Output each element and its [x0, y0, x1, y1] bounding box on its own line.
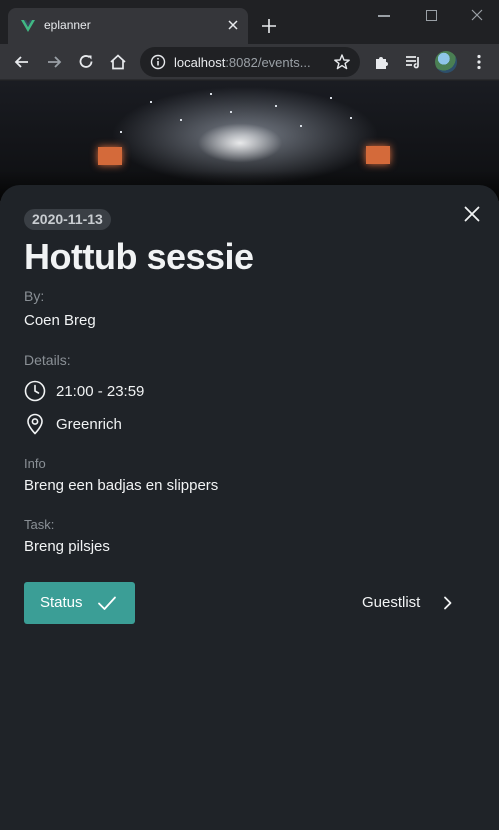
info-value: Breng een badjas en slippers	[24, 477, 219, 494]
checkmark-icon	[98, 596, 116, 610]
confetti	[300, 125, 302, 127]
url-text: localhost:8082/events...	[174, 55, 324, 70]
back-icon[interactable]	[12, 52, 32, 72]
event-hero-image	[0, 81, 499, 201]
minimize-icon[interactable]	[378, 15, 390, 17]
info-icon[interactable]	[150, 54, 166, 70]
confetti	[150, 101, 152, 103]
confetti	[120, 131, 122, 133]
menu-dots-icon[interactable]	[469, 52, 489, 72]
info-label: Info	[24, 456, 46, 471]
confetti	[230, 111, 232, 113]
reading-list-icon[interactable]	[403, 52, 423, 72]
star-icon[interactable]	[333, 53, 351, 71]
event-detail-panel	[0, 185, 499, 830]
url-path: :8082/events...	[225, 55, 311, 70]
maximize-icon[interactable]	[426, 10, 437, 21]
chevron-right-icon	[444, 596, 452, 610]
profile-avatar[interactable]	[435, 51, 457, 73]
event-location: Greenrich	[56, 416, 122, 433]
forward-icon[interactable]	[44, 52, 64, 72]
home-icon[interactable]	[108, 52, 128, 72]
browser-titlebar: eplanner	[0, 0, 499, 44]
new-tab-icon[interactable]	[260, 17, 278, 35]
confetti	[210, 93, 212, 95]
reload-icon[interactable]	[76, 52, 96, 72]
vue-logo-icon	[21, 20, 35, 32]
window-close-icon[interactable]	[470, 8, 484, 22]
tab-close-icon[interactable]	[226, 18, 240, 32]
stage-screen-left	[98, 147, 122, 165]
url-host: localhost	[174, 55, 226, 70]
organizer-name: Coen Breg	[24, 312, 96, 329]
browser-tab[interactable]: eplanner	[8, 8, 248, 44]
task-value: Breng pilsjes	[24, 538, 110, 555]
browser-toolbar: localhost:8082/events...	[0, 44, 499, 80]
confetti	[180, 119, 182, 121]
details-label: Details:	[24, 352, 71, 368]
close-icon[interactable]	[462, 204, 482, 224]
task-label: Task:	[24, 517, 55, 532]
clock-icon	[24, 380, 46, 402]
address-bar[interactable]: localhost:8082/events...	[140, 47, 360, 77]
guestlist-link[interactable]: Guestlist	[360, 584, 460, 622]
event-date-badge: 2020-11-13	[24, 209, 111, 230]
confetti	[350, 117, 352, 119]
guestlist-label: Guestlist	[362, 594, 421, 611]
location-pin-icon	[27, 413, 43, 435]
status-button-label: Status	[40, 594, 83, 611]
by-label: By:	[24, 288, 45, 304]
tab-title: eplanner	[44, 18, 91, 32]
status-button[interactable]: Status	[24, 582, 135, 624]
extensions-icon[interactable]	[372, 52, 392, 72]
confetti	[330, 97, 332, 99]
event-title: Hottub sessie	[24, 236, 254, 277]
event-time: 21:00 - 23:59	[56, 383, 145, 400]
confetti	[275, 105, 277, 107]
stage-screen-right	[366, 146, 390, 164]
